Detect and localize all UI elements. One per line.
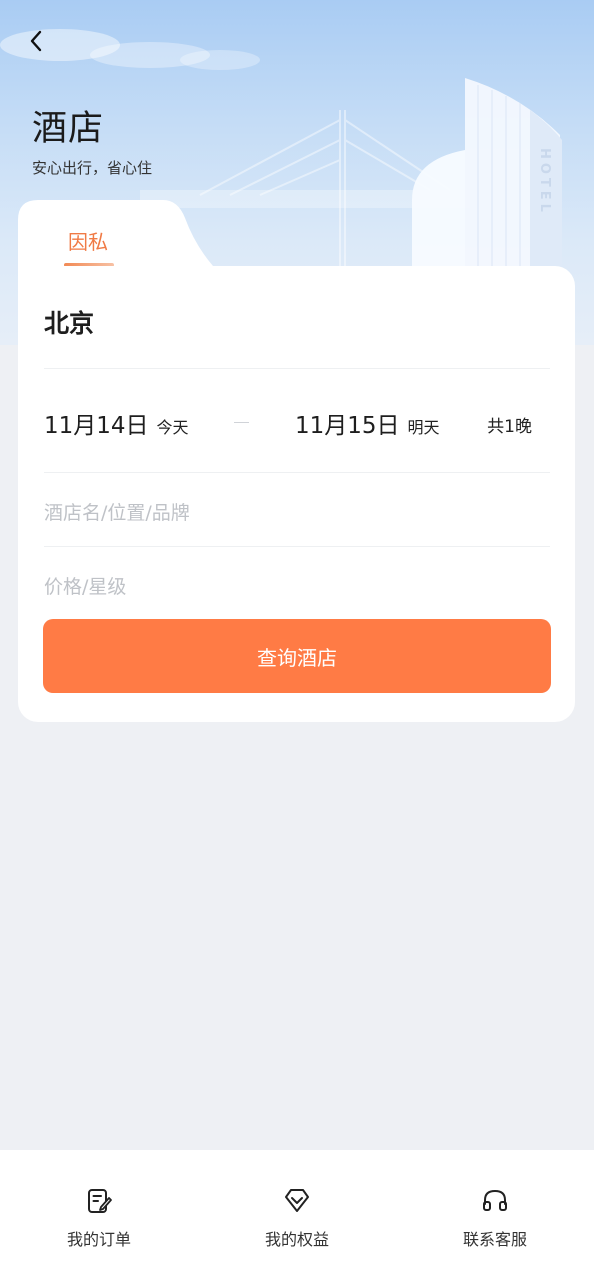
nav-label-service: 联系客服 — [462, 1230, 527, 1249]
checkin-date[interactable]: 11月14日 今天 — [44, 406, 189, 440]
search-hotel-button[interactable]: 查询酒店 — [43, 619, 551, 693]
back-button[interactable] — [28, 30, 58, 62]
hotel-search-page: HOTEL 酒店 安心出行，省心住 因私 北京 11月14日 今天 11月15日明… — [0, 0, 594, 1280]
headset-icon — [480, 1186, 510, 1216]
benefits-icon — [282, 1186, 312, 1216]
checkin-date-tag: 今天 — [156, 418, 189, 437]
page-subtitle: 安心出行，省心住 — [32, 159, 153, 177]
divider — [44, 368, 550, 369]
checkout-date[interactable]: 11月15日 明天 — [295, 406, 440, 440]
checkin-date-value: 11月14日 — [44, 413, 149, 439]
divider — [44, 472, 550, 473]
checkout-date-value: 11月15日 — [295, 413, 400, 439]
date-range: 11月14日 今天 11月15日 明天 共1晚 — [44, 406, 550, 446]
bottom-nav: 我的订单 我的权益 联系客服 — [0, 1150, 594, 1280]
search-card: 北京 11月14日 今天 11月15日 明天 共1晚 酒店名/位置/品牌 价格/星级… — [18, 266, 575, 722]
checkout-date-tag: 明天 — [407, 418, 440, 437]
nav-label-orders: 我的订单 — [66, 1230, 131, 1249]
nav-my-benefits[interactable]: 我的权益 — [198, 1150, 396, 1280]
price-star-filter[interactable]: 价格/星级 — [44, 572, 550, 599]
nights-count: 共1晚 — [487, 417, 532, 437]
divider — [44, 546, 550, 547]
page-title: 酒店 — [32, 109, 105, 149]
nav-customer-service[interactable]: 联系客服 — [396, 1150, 594, 1280]
city-selector[interactable]: 北京 — [44, 304, 94, 340]
nav-my-orders[interactable]: 我的订单 — [0, 1150, 198, 1280]
date-separator — [234, 422, 249, 423]
keyword-input[interactable]: 酒店名/位置/品牌 — [44, 498, 550, 525]
hotel-sign: HOTEL — [537, 148, 552, 216]
tab-personal[interactable]: 因私 — [68, 226, 108, 255]
chevron-left-icon — [30, 30, 42, 52]
order-icon — [84, 1186, 114, 1216]
tab-background — [18, 200, 213, 266]
nav-label-benefits: 我的权益 — [264, 1230, 329, 1249]
